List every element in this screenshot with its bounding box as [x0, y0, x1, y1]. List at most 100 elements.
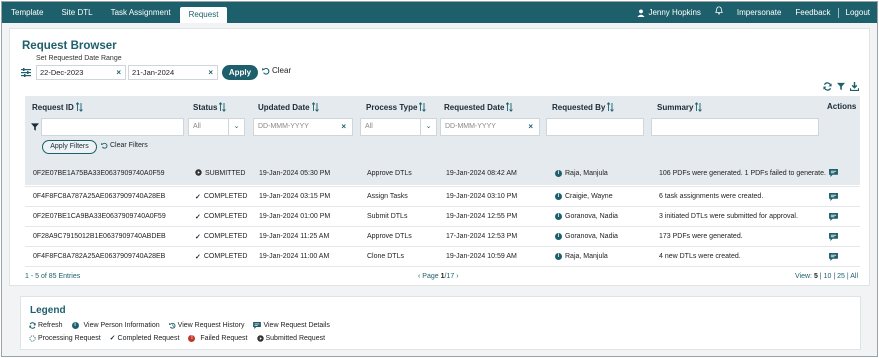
history-icon [168, 322, 176, 329]
cell-requested: 19-Jan-2024 03:10 PM [446, 187, 517, 206]
col-requested-date[interactable]: Requested Date [444, 102, 514, 112]
updated-text: 19-Jan-2024 11:25 AM [259, 233, 330, 240]
next-page-icon[interactable]: › [456, 273, 458, 280]
grid-tools [823, 82, 859, 91]
date-from-input[interactable]: 22-Dec-2023 × [36, 65, 126, 80]
info-icon[interactable]: i [555, 169, 562, 177]
updated-date-filter[interactable]: DD-MMM-YYYY × [253, 118, 353, 136]
undo-icon [262, 67, 270, 75]
cell-by: i Craigie, Wayne [555, 187, 613, 206]
check-icon: ✓ [195, 253, 201, 261]
view-request-details-button[interactable] [829, 247, 838, 266]
info-icon[interactable]: i [555, 253, 562, 260]
user-menu[interactable]: Jenny Hopkins [630, 2, 707, 23]
col-request-id[interactable]: Request ID [32, 102, 83, 112]
comment-icon [829, 232, 838, 241]
sliders-icon[interactable] [21, 68, 31, 77]
filter-row-icon [31, 123, 39, 131]
comment-icon [253, 322, 262, 329]
chevron-down-icon[interactable]: ⌄ [420, 119, 436, 135]
updated-text: 19-Jan-2024 01:00 PM [259, 213, 331, 220]
download-icon[interactable] [850, 82, 859, 91]
summary-text: 3 initiated DTLs were submitted for appr… [659, 213, 798, 220]
impersonate-link[interactable]: Impersonate [730, 2, 788, 23]
request-id-filter[interactable] [41, 118, 184, 136]
summary-filter[interactable] [651, 118, 819, 136]
status-text: COMPLETED [203, 253, 248, 260]
logout-link[interactable]: Logout [839, 2, 877, 23]
filter-icon[interactable] [837, 82, 845, 91]
clear-requested-date-icon[interactable]: × [528, 119, 533, 135]
view-request-details-button[interactable] [829, 187, 838, 206]
spinner-icon [29, 334, 36, 342]
col-summary[interactable]: Summary [657, 102, 703, 112]
cell-updated: 19-Jan-2024 11:25 AM [259, 227, 329, 246]
refresh-icon[interactable] [823, 82, 832, 91]
requested-date-filter[interactable]: DD-MMM-YYYY × [440, 118, 540, 136]
col-label: Process Type [366, 102, 418, 112]
info-icon[interactable]: i [555, 233, 562, 240]
chevron-down-icon[interactable]: ⌄ [228, 119, 244, 135]
legend-label: Failed Request [200, 334, 248, 342]
process-text: Clone DTLs [367, 253, 404, 260]
cell-updated: 19-Jan-2024 11:00 AM [259, 247, 329, 266]
view-request-details-button[interactable] [829, 227, 838, 246]
view-option-all[interactable]: All [850, 273, 858, 280]
cell-id: 0F28A9C7915012B1E0637909740ABDEB [33, 227, 166, 246]
apply-filters-button[interactable]: Apply Filters [42, 140, 97, 154]
col-label: Summary [657, 102, 694, 112]
cell-updated: 19-Jan-2024 03:15 PM [259, 187, 330, 206]
by-text: Raja, Manjula [565, 169, 608, 177]
date-to-input[interactable]: 21-Jan-2024 × [128, 65, 218, 80]
comment-icon [829, 252, 838, 261]
summary-text: 106 PDFs were generated. 1 PDFs failed t… [659, 169, 826, 177]
nav-site-dtl[interactable]: Site DTL [52, 2, 101, 23]
info-icon[interactable]: i [555, 213, 562, 220]
table-row: 0F4F8FC8A787A25AE0637909740A28EB ✓ COMPLET… [25, 187, 860, 207]
view-request-details-button[interactable] [829, 207, 838, 226]
clear-date-from-icon[interactable]: × [116, 66, 121, 79]
nav-template[interactable]: Template [2, 2, 52, 23]
col-requested-by[interactable]: Requested By [552, 102, 615, 112]
col-label: Requested By [552, 102, 606, 112]
feedback-link[interactable]: Feedback [788, 2, 837, 23]
info-icon[interactable]: i [555, 193, 562, 200]
process-text: Submit DTLs [367, 213, 408, 220]
nav-request[interactable]: Request [179, 7, 228, 23]
clear-filters-button[interactable]: Clear Filters [101, 142, 148, 149]
cell-status: ✓ COMPLETED [195, 207, 247, 226]
clear-filters-label: Clear Filters [110, 142, 148, 149]
process-type-filter[interactable]: All ⌄ [360, 118, 437, 136]
clear-date-to-icon[interactable]: × [208, 66, 213, 79]
apply-button[interactable]: Apply [222, 65, 258, 80]
requested-text: 19-Jan-2024 03:10 PM [446, 193, 518, 200]
sort-icon [695, 102, 703, 112]
col-status[interactable]: Status [193, 102, 227, 112]
col-label: Request ID [32, 102, 74, 112]
view-option-5[interactable]: 5 [814, 273, 818, 280]
cell-requested: 17-Jan-2024 12:53 PM [446, 227, 517, 246]
sort-icon [506, 102, 514, 112]
requested-by-filter[interactable] [546, 118, 644, 136]
requested-date-filter-value: DD-MMM-YYYY [445, 123, 496, 130]
comment-icon [829, 212, 838, 221]
view-option-25[interactable]: 25 [837, 273, 845, 280]
notifications-bell[interactable] [708, 2, 730, 23]
prev-page-icon[interactable]: ‹ [418, 273, 420, 280]
view-option-10[interactable]: 10 [824, 273, 832, 280]
col-process-type[interactable]: Process Type [366, 102, 427, 112]
updated-text: 19-Jan-2024 11:00 AM [259, 253, 330, 260]
view-request-details-button[interactable] [829, 160, 838, 186]
by-text: Goranova, Nadia [565, 233, 618, 240]
status-filter[interactable]: All ⌄ [188, 118, 245, 136]
clear-updated-date-icon[interactable]: × [341, 119, 346, 135]
status-text: COMPLETED [203, 193, 248, 200]
requested-text: 19-Jan-2024 10:59 AM [446, 253, 517, 260]
view-size-selector: View: 5 | 10 | 25 | All [795, 273, 858, 280]
refresh-icon [29, 322, 36, 329]
col-updated-date[interactable]: Updated Date [258, 102, 319, 112]
check-icon: ✓ [195, 233, 201, 241]
clear-button[interactable]: Clear [262, 66, 291, 75]
process-text: Approve DTLs [367, 233, 412, 240]
nav-task-assignment[interactable]: Task Assignment [102, 2, 180, 23]
